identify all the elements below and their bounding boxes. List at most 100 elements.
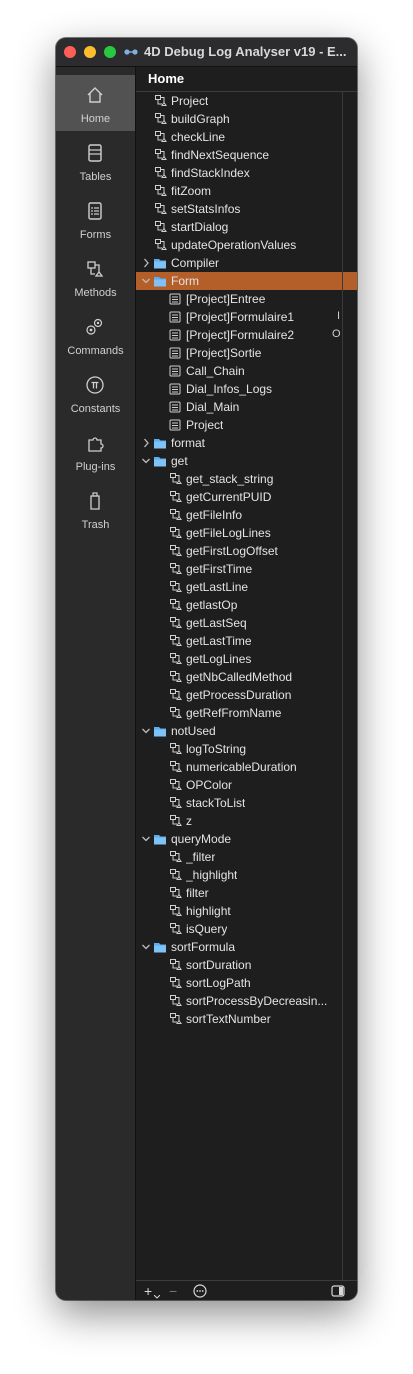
form-icon [169, 401, 181, 413]
tree-row-label: isQuery [186, 922, 228, 936]
row-extra-column: O [332, 328, 341, 340]
tree-row[interactable]: getNbCalledMethod [136, 668, 357, 686]
tree-row[interactable]: Dial_Infos_Logs [136, 380, 357, 398]
tree-row[interactable]: fitZoom [136, 182, 357, 200]
sidebar-item-commands[interactable]: Commands [56, 307, 135, 363]
tree-row[interactable]: _highlight [136, 866, 357, 884]
tree-row[interactable]: getLastSeq [136, 614, 357, 632]
tree-row[interactable]: sortProcessByDecreasin... [136, 992, 357, 1010]
chevron-down-icon[interactable] [141, 940, 151, 954]
chevron-right-icon[interactable] [141, 436, 151, 450]
tree-row[interactable]: buildGraph [136, 110, 357, 128]
tree-row[interactable]: checkLine [136, 128, 357, 146]
tree-row[interactable]: Dial_Main [136, 398, 357, 416]
folder-row[interactable]: format [136, 434, 357, 452]
tree-row[interactable]: setStatsInfos [136, 200, 357, 218]
explorer-tree[interactable]: Project buildGraph checkLine findNextSequen… [136, 92, 357, 1280]
method-icon [170, 671, 182, 682]
tree-row[interactable]: stackToList [136, 794, 357, 812]
tree-row[interactable]: getlastOp [136, 596, 357, 614]
folder-icon [154, 439, 166, 449]
title-bar[interactable]: 4D Debug Log Analyser v19 - E... [56, 38, 357, 67]
sidebar-item-forms[interactable]: Forms [56, 191, 135, 247]
tree-row-label: notUsed [171, 724, 216, 738]
tree-row[interactable]: isQuery [136, 920, 357, 938]
method-icon [155, 131, 167, 142]
toggle-sidebar-icon[interactable] [331, 1284, 345, 1298]
tree-row[interactable]: sortDuration [136, 956, 357, 974]
tree-row[interactable]: getCurrentPUID [136, 488, 357, 506]
tree-row[interactable]: _filter [136, 848, 357, 866]
tree-row[interactable]: findStackIndex [136, 164, 357, 182]
folder-row[interactable]: sortFormula [136, 938, 357, 956]
tree-row[interactable]: [Project]Formulaire1 I [136, 308, 357, 326]
tree-row[interactable]: get_stack_string [136, 470, 357, 488]
tree-row[interactable]: getRefFromName [136, 704, 357, 722]
close-window-button[interactable] [64, 46, 76, 58]
folder-row[interactable]: Form [136, 272, 357, 290]
tree-row[interactable]: getFileLogLines [136, 524, 357, 542]
tree-row-label: _filter [186, 850, 216, 864]
minimize-window-button[interactable] [84, 46, 96, 58]
tree-row[interactable]: getFirstLogOffset [136, 542, 357, 560]
folder-row[interactable]: notUsed [136, 722, 357, 740]
tree-row[interactable]: highlight [136, 902, 357, 920]
tree-row-label: numericableDuration [186, 760, 297, 774]
form-icon [169, 329, 181, 341]
tree-row-label: sortTextNumber [186, 1012, 271, 1026]
tree-row[interactable]: sortTextNumber [136, 1010, 357, 1028]
tree-row[interactable]: getLastLine [136, 578, 357, 596]
app-window: 4D Debug Log Analyser v19 - E... Home Tab… [56, 38, 357, 1300]
tree-row[interactable]: z [136, 812, 357, 830]
tree-row[interactable]: getFirstTime [136, 560, 357, 578]
method-icon [170, 473, 182, 484]
chevron-down-icon[interactable] [141, 832, 151, 846]
sidebar-item-constants[interactable]: Constants [56, 365, 135, 421]
sidebar-item-trash[interactable]: Trash [56, 481, 135, 537]
method-icon [170, 815, 182, 826]
tree-row-label: updateOperationValues [171, 238, 297, 252]
folder-row[interactable]: Compiler [136, 254, 357, 272]
tree-row[interactable]: startDialog [136, 218, 357, 236]
tree-row[interactable]: [Project]Formulaire2 O [136, 326, 357, 344]
sidebar-item-plug-ins[interactable]: Plug-ins [56, 423, 135, 479]
tree-row-label: getCurrentPUID [186, 490, 272, 504]
tree-row-label: getFileInfo [186, 508, 243, 522]
chevron-down-icon[interactable] [141, 454, 151, 468]
chevron-down-icon[interactable] [141, 724, 151, 738]
tree-row[interactable]: filter [136, 884, 357, 902]
tree-row[interactable]: numericableDuration [136, 758, 357, 776]
zoom-window-button[interactable] [104, 46, 116, 58]
tree-row-label: getFirstTime [186, 562, 253, 576]
tree-row[interactable]: [Project]Entree [136, 290, 357, 308]
tree-row[interactable]: [Project]Sortie [136, 344, 357, 362]
tree-row[interactable]: getLastTime [136, 632, 357, 650]
sidebar-item-home[interactable]: Home [56, 75, 135, 131]
tree-row-label: _highlight [186, 868, 238, 882]
tree-row[interactable]: Project [136, 92, 357, 110]
sidebar-item-tables[interactable]: Tables [56, 133, 135, 189]
tree-row[interactable]: Call_Chain [136, 362, 357, 380]
sidebar-item-methods[interactable]: Methods [56, 249, 135, 305]
tree-row[interactable]: OPColor [136, 776, 357, 794]
folder-row[interactable]: get [136, 452, 357, 470]
tree-row[interactable]: getProcessDuration [136, 686, 357, 704]
sidebar-item-label: Constants [70, 403, 121, 415]
method-icon [155, 95, 167, 106]
tree-row[interactable]: updateOperationValues [136, 236, 357, 254]
chevron-right-icon[interactable] [141, 256, 151, 270]
tree-row[interactable]: Project [136, 416, 357, 434]
tree-row[interactable]: getLogLines [136, 650, 357, 668]
chevron-down-icon[interactable] [141, 274, 151, 288]
tree-row[interactable]: getFileInfo [136, 506, 357, 524]
tree-row[interactable]: logToString [136, 740, 357, 758]
more-options-icon[interactable] [193, 1284, 207, 1298]
remove-button[interactable]: − [169, 1284, 183, 1298]
tree-row[interactable]: sortLogPath [136, 974, 357, 992]
page-title: Home [148, 71, 185, 86]
folder-icon [154, 259, 166, 269]
column-divider[interactable] [342, 92, 343, 1280]
folder-row[interactable]: queryMode [136, 830, 357, 848]
tree-row[interactable]: findNextSequence [136, 146, 357, 164]
method-icon [170, 563, 182, 574]
